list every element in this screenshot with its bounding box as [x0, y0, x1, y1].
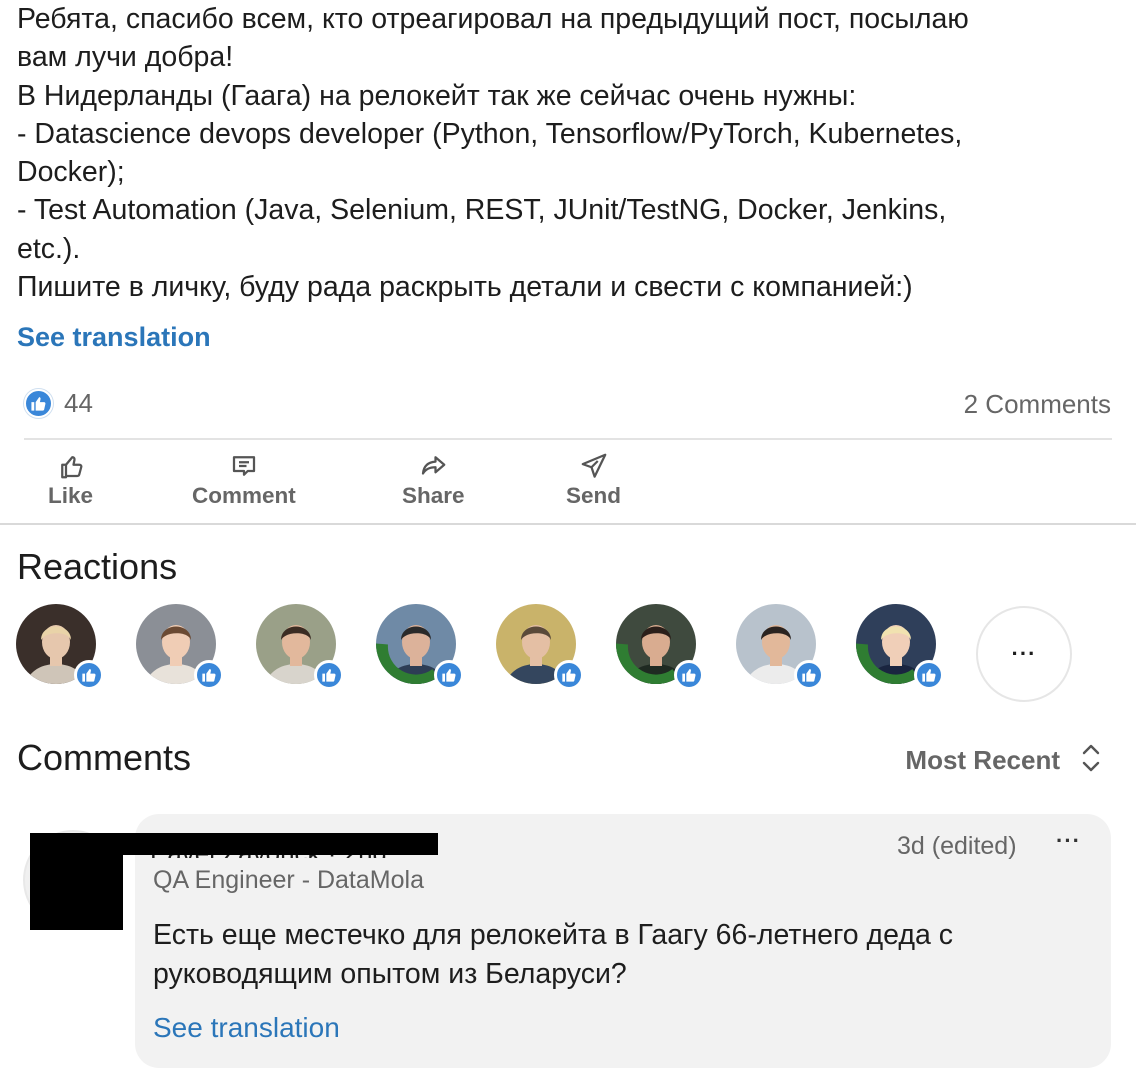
like-reaction-icon	[314, 660, 344, 690]
share-label: Share	[402, 483, 465, 508]
comment-label: Comment	[192, 483, 296, 508]
like-reaction-icon	[794, 660, 824, 690]
comment-author-headline: QA Engineer - DataMola	[153, 866, 424, 894]
comments-count-link[interactable]: 2 Comments	[964, 389, 1111, 420]
reaction-avatar[interactable]	[616, 604, 704, 690]
comment-button[interactable]: Comment	[192, 450, 296, 509]
comment-see-translation-link[interactable]: See translation	[153, 1012, 340, 1044]
like-reaction-icon	[194, 660, 224, 690]
see-translation-link[interactable]: See translation	[17, 322, 211, 353]
reaction-avatar[interactable]	[496, 604, 584, 690]
post-text-line: вам лучи добра!	[17, 41, 234, 74]
avatar-redaction	[30, 840, 123, 930]
comment-text-line: Есть еще местечко для релокейта в Гаагу …	[153, 919, 954, 951]
like-reaction-icon	[24, 388, 53, 418]
like-reaction-icon	[74, 660, 104, 690]
comments-heading: Comments	[17, 737, 192, 778]
like-reaction-icon	[674, 660, 704, 690]
reactions-avatar-list: ···	[16, 604, 1116, 702]
reaction-avatar[interactable]	[136, 604, 224, 690]
reactions-heading: Reactions	[17, 546, 178, 587]
share-button[interactable]: Share	[402, 450, 465, 509]
section-divider	[0, 523, 1136, 525]
post-text-line: etc.).	[17, 232, 81, 265]
post-text-line: - Test Automation (Java, Selenium, REST,…	[17, 194, 947, 227]
like-button[interactable]: Like	[48, 450, 93, 509]
reaction-avatar[interactable]	[16, 604, 104, 690]
comment-timestamp: 3d (edited)	[897, 832, 1017, 860]
share-arrow-icon	[417, 450, 449, 482]
sort-label: Most Recent	[905, 745, 1060, 775]
like-reaction-icon	[554, 660, 584, 690]
reaction-avatar[interactable]	[256, 604, 344, 690]
more-reactions-button[interactable]: ···	[976, 606, 1072, 702]
post-text-line: Docker);	[17, 156, 125, 189]
reaction-avatar[interactable]	[376, 604, 464, 690]
post-action-bar: Like Comment Share Send	[0, 450, 700, 520]
reaction-avatar[interactable]	[856, 604, 944, 690]
send-plane-icon	[579, 450, 609, 482]
comment-text: Есть еще местечко для релокейта в Гаагу …	[153, 916, 1103, 993]
send-label: Send	[566, 483, 622, 508]
sort-chevrons-icon	[1080, 742, 1102, 779]
post-text: Ребята, спасибо всем, кто отреагировал н…	[17, 0, 1127, 306]
divider	[24, 438, 1112, 440]
post-text-line: - Datascience devops developer (Python, …	[17, 117, 963, 150]
reactions-summary[interactable]: 44	[24, 387, 93, 419]
post-text-line: Пишите в личку, буду рада раскрыть детал…	[17, 271, 913, 304]
like-label: Like	[48, 483, 94, 508]
post-text-line: Ребята, спасибо всем, кто отреагировал н…	[17, 3, 969, 35]
thumbs-up-icon	[56, 450, 86, 482]
like-reaction-icon	[434, 660, 464, 690]
reaction-avatar[interactable]	[736, 604, 824, 690]
comment-icon	[229, 450, 259, 482]
like-reaction-icon	[914, 660, 944, 690]
sort-comments-dropdown[interactable]: Most Recent	[905, 742, 1102, 779]
post-text-line: В Нидерланды (Гаага) на релокейт так же …	[17, 79, 857, 112]
comment-more-options-button[interactable]: ···	[1056, 828, 1081, 854]
send-button[interactable]: Send	[566, 450, 621, 509]
comment-text-line: руководящим опытом из Беларуси?	[153, 957, 627, 990]
reactions-count: 44	[64, 387, 93, 418]
